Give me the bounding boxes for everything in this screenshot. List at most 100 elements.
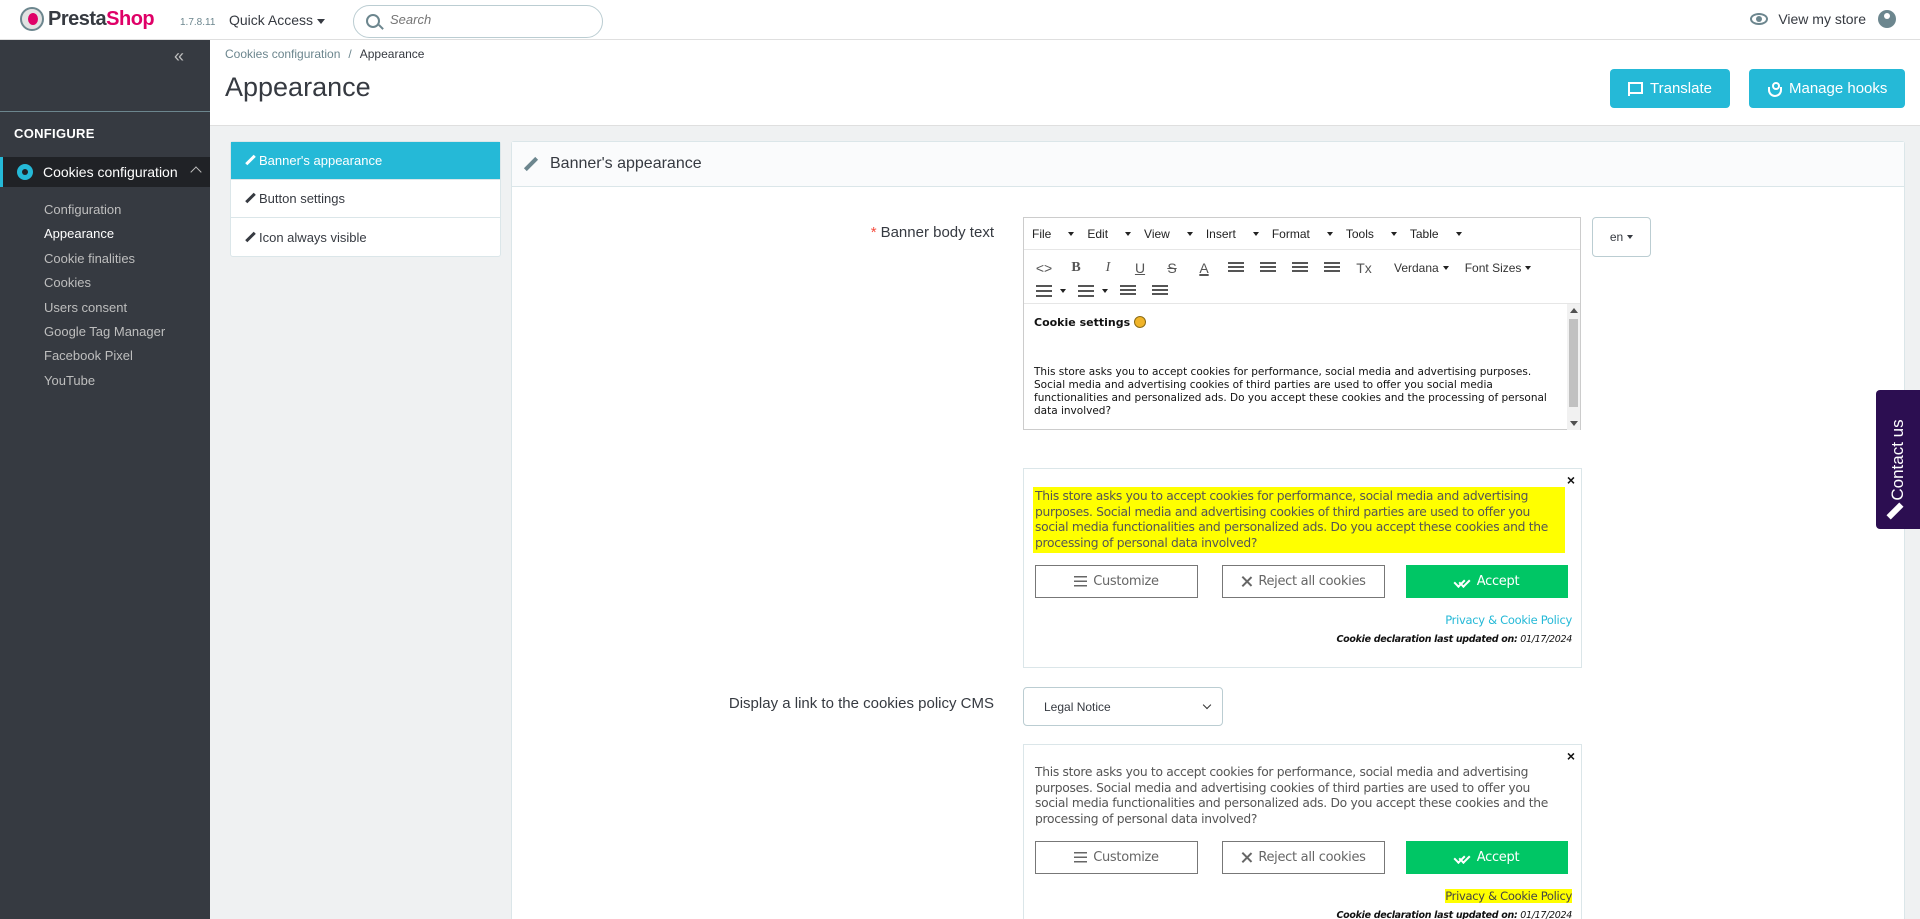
privacy-policy-link[interactable]: Privacy & Cookie Policy — [1445, 613, 1572, 627]
underline-icon[interactable]: U — [1128, 258, 1152, 278]
menu-view[interactable]: View — [1144, 227, 1193, 241]
menu-table[interactable]: Table — [1410, 227, 1462, 241]
editor-scrollbar[interactable] — [1567, 304, 1580, 430]
source-code-icon[interactable]: <> — [1032, 258, 1056, 278]
accept-button[interactable]: Accept — [1406, 565, 1568, 598]
menu-label: View — [1144, 226, 1170, 241]
sidebar-subitem-cookies[interactable]: Cookies — [44, 275, 91, 290]
user-avatar-icon[interactable] — [1878, 10, 1896, 28]
banner-appearance-panel: Banner's appearance * Banner body text Fi… — [511, 141, 1905, 919]
panel-heading: Banner's appearance — [512, 142, 1904, 187]
bullet-list-icon[interactable] — [1032, 281, 1056, 301]
search-box[interactable] — [353, 5, 603, 38]
logo-text-shop: Shop — [106, 7, 155, 30]
strikethrough-icon[interactable]: S — [1160, 258, 1184, 278]
reject-label: Reject all cookies — [1258, 850, 1366, 865]
reject-all-button[interactable]: Reject all cookies — [1222, 841, 1385, 874]
align-center-icon[interactable] — [1256, 258, 1280, 278]
caret-down-icon — [1455, 232, 1462, 237]
collapse-sidebar-icon[interactable]: « — [174, 46, 184, 67]
sidebar-subitem-facebook-pixel[interactable]: Facebook Pixel — [44, 348, 133, 363]
caret-down-icon[interactable] — [1102, 288, 1108, 293]
translate-button[interactable]: Translate — [1610, 69, 1730, 108]
clear-formatting-icon[interactable]: Tx — [1352, 258, 1376, 278]
align-left-icon[interactable] — [1224, 258, 1248, 278]
contact-us-tab[interactable]: Contact us — [1876, 390, 1920, 529]
menu-format[interactable]: Format — [1272, 227, 1333, 241]
editor-content-area[interactable]: Cookie settings This store asks you to a… — [1024, 304, 1569, 430]
menu-label: Tools — [1345, 226, 1374, 241]
cms-select-value: Legal Notice — [1044, 699, 1111, 714]
double-check-icon — [1455, 853, 1471, 862]
accept-label: Accept — [1476, 574, 1520, 589]
customize-label: Customize — [1093, 850, 1159, 865]
sidebar-item-cookies-configuration[interactable]: Cookies configuration — [0, 157, 210, 187]
customize-button[interactable]: Customize — [1035, 565, 1198, 598]
scroll-up-icon[interactable] — [1570, 308, 1578, 313]
sidebar-subitem-cookie-finalities[interactable]: Cookie finalities — [44, 251, 135, 266]
logo-text-presta: Presta — [48, 7, 107, 30]
privacy-policy-link[interactable]: Privacy & Cookie Policy — [1445, 889, 1572, 903]
reject-all-button[interactable]: Reject all cookies — [1222, 565, 1385, 598]
align-justify-icon[interactable] — [1320, 258, 1344, 278]
menu-label: File — [1032, 226, 1052, 241]
menu-edit[interactable]: Edit — [1087, 227, 1132, 241]
indent-icon[interactable] — [1148, 281, 1172, 301]
menu-tools[interactable]: Tools — [1346, 227, 1397, 241]
outdent-icon[interactable] — [1116, 281, 1140, 301]
tab-button-settings[interactable]: Button settings — [231, 180, 500, 218]
caret-down-icon — [1326, 232, 1333, 237]
sidebar-subitem-appearance[interactable]: Appearance — [44, 226, 114, 241]
language-value: en — [1609, 230, 1624, 244]
sidebar-subitem-youtube[interactable]: YouTube — [44, 373, 95, 388]
caret-down-icon — [1125, 232, 1132, 237]
italic-icon[interactable]: I — [1096, 258, 1120, 278]
banner-body-text-label-text: Banner body text — [880, 224, 994, 241]
caret-down-icon[interactable] — [1060, 288, 1066, 293]
bold-icon[interactable]: B — [1064, 258, 1088, 278]
prestashop-logo[interactable]: PrestaShop — [20, 7, 155, 31]
scroll-thumb[interactable] — [1569, 319, 1578, 407]
font-family-select[interactable]: Verdana — [1394, 261, 1449, 275]
view-store-link[interactable]: View my store — [1750, 10, 1896, 28]
sidebar-subitem-configuration[interactable]: Configuration — [44, 202, 121, 217]
rich-text-editor: File Edit View Insert Format Tools Table… — [1023, 217, 1581, 430]
accept-label: Accept — [1476, 850, 1520, 865]
caret-down-icon — [1442, 266, 1449, 271]
chevron-up-icon — [190, 166, 202, 178]
scroll-down-icon[interactable] — [1570, 421, 1578, 426]
customize-label: Customize — [1093, 574, 1159, 589]
sliders-icon — [1074, 576, 1088, 587]
numbered-list-icon[interactable] — [1074, 281, 1098, 301]
cms-link-label: Display a link to the cookies policy CMS — [728, 695, 994, 712]
tab-banners-appearance[interactable]: Banner's appearance — [231, 142, 500, 180]
tab-icon-always-visible[interactable]: Icon always visible — [231, 218, 500, 256]
language-selector[interactable]: en — [1592, 217, 1651, 257]
cms-page-select[interactable]: Legal Notice — [1023, 687, 1223, 726]
breadcrumb-parent[interactable]: Cookies configuration — [225, 47, 340, 61]
sidebar-subitem-google-tag-manager[interactable]: Google Tag Manager — [44, 324, 165, 339]
search-icon — [366, 14, 380, 28]
font-size-select[interactable]: Font Sizes — [1465, 261, 1532, 275]
close-icon[interactable]: × — [1567, 748, 1575, 764]
close-icon — [1241, 576, 1252, 587]
top-header: PrestaShop 1.7.8.11 Quick Access View my… — [0, 0, 1920, 40]
sidebar-subitem-users-consent[interactable]: Users consent — [44, 300, 127, 315]
search-input[interactable] — [390, 12, 590, 27]
quick-access-dropdown[interactable]: Quick Access — [229, 12, 326, 28]
accept-button[interactable]: Accept — [1406, 841, 1568, 874]
banner-body-text-label: * Banner body text — [812, 224, 994, 241]
caret-down-icon — [317, 18, 326, 24]
page-header: Cookies configuration / Appearance Appeara… — [210, 40, 1920, 126]
cookie-declaration-date: Cookie declaration last updated on: 01/1… — [1336, 910, 1572, 919]
editor-menubar: File Edit View Insert Format Tools Table — [1024, 218, 1580, 250]
tab-label: Banner's appearance — [259, 153, 383, 168]
menu-file[interactable]: File — [1032, 226, 1075, 241]
font-color-icon[interactable]: A — [1192, 258, 1216, 278]
manage-hooks-button[interactable]: Manage hooks — [1749, 69, 1906, 108]
close-icon[interactable]: × — [1567, 472, 1575, 488]
declared-label: Cookie declaration last updated on: — [1336, 910, 1518, 919]
menu-insert[interactable]: Insert — [1206, 227, 1259, 241]
align-right-icon[interactable] — [1288, 258, 1312, 278]
customize-button[interactable]: Customize — [1035, 841, 1198, 874]
